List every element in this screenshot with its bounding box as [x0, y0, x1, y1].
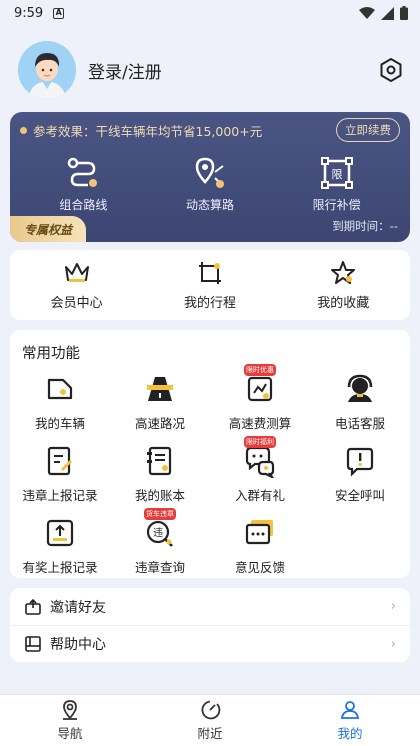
tab-mine[interactable]: 我的 — [305, 699, 395, 742]
safety-call-button[interactable]: 安全呼叫 — [310, 444, 410, 504]
toll-icon-wrap: 限时优惠 — [243, 364, 277, 406]
ledger-icon — [147, 446, 172, 476]
help-center-row[interactable]: 帮助中心 › — [10, 625, 410, 662]
function-label: 有奖上报记录 — [22, 560, 98, 575]
avatar-illustration-icon — [18, 41, 76, 99]
function-label: 违章查询 — [134, 560, 185, 575]
my-favorites-button[interactable]: 我的收藏 — [283, 259, 403, 311]
toll-calculator-button[interactable]: 限时优惠 高速费测算 — [210, 364, 310, 432]
vip-item-label: 组合路线 — [59, 198, 108, 212]
my-ledger-button[interactable]: 我的账本 — [110, 444, 210, 504]
feedback-button[interactable]: 意见反馈 — [210, 516, 310, 576]
member-center-button[interactable]: 会员中心 — [17, 259, 137, 311]
promo-tag: 货车违章 — [144, 508, 176, 520]
vip-effect-prefix: 参考效果： — [33, 123, 96, 139]
promo-tag: 限时福利 — [244, 436, 276, 448]
signal-icon — [381, 6, 394, 20]
vehicle-gear-icon — [47, 378, 73, 400]
vip-item-dynamic-route[interactable]: 动态算路 — [155, 156, 265, 213]
quick-item-label: 我的收藏 — [317, 296, 370, 311]
exclusive-benefits-badge: 专属权益 — [10, 216, 86, 242]
user-icon — [340, 701, 360, 719]
svg-text:违: 违 — [153, 527, 163, 539]
location-pin-icon — [63, 700, 77, 720]
vip-effect-text: 干线车辆年均节省15,000+元 — [95, 123, 263, 139]
highway-status-button[interactable]: 高速路况 — [110, 372, 210, 432]
crown-icon — [64, 263, 89, 282]
wifi-icon — [359, 6, 375, 19]
tab-label: 导航 — [57, 726, 83, 741]
login-register-link[interactable]: 登录/注册 — [88, 58, 162, 83]
my-trips-button[interactable]: 我的行程 — [150, 259, 270, 311]
avatar[interactable] — [18, 41, 76, 99]
compass-icon — [201, 700, 221, 720]
bottom-tab-bar: 导航 附近 我的 — [0, 694, 420, 746]
settings-gear-icon[interactable] — [378, 57, 404, 83]
vip-item-combined-route[interactable]: 组合路线 — [28, 156, 138, 213]
list-item-label: 帮助中心 — [50, 637, 106, 653]
vip-dot-icon — [20, 126, 27, 134]
feedback-icon — [245, 520, 273, 545]
tab-label: 我的 — [337, 726, 363, 741]
my-vehicle-button[interactable]: 我的车辆 — [10, 372, 110, 432]
vip-item-label: 限行补偿 — [312, 198, 361, 212]
tab-label: 附近 — [197, 726, 223, 741]
group-chat-icon — [245, 446, 276, 480]
star-icon — [331, 261, 356, 284]
promo-tag: 限时优惠 — [244, 364, 276, 376]
upload-report-icon — [46, 519, 74, 547]
function-label: 安全呼叫 — [334, 488, 385, 503]
common-functions-card: 常用功能 我的车辆 高速路况 限时优惠 高速费测算 电话客服 违章上报记录 我的… — [10, 330, 410, 578]
route-icon — [68, 157, 98, 187]
battery-icon — [400, 6, 408, 20]
vip-benefits-card: 参考效果： 干线车辆年均节省15,000+元 立即续费 组合路线 动态算路 限 … — [10, 112, 410, 242]
function-label: 高速路况 — [134, 416, 185, 431]
function-label: 我的车辆 — [34, 416, 85, 431]
function-label: 电话客服 — [334, 416, 385, 431]
violation-icon-wrap: 违 货车违章 — [143, 508, 177, 550]
reward-report-records-button[interactable]: 有奖上报记录 — [10, 516, 110, 576]
tab-nearby[interactable]: 附近 — [165, 699, 255, 742]
quick-item-label: 会员中心 — [50, 296, 103, 311]
violation-query-button[interactable]: 违 货车违章 违章查询 — [110, 508, 210, 576]
tab-navigation[interactable]: 导航 — [25, 699, 115, 742]
expire-time: 到期时间：-- — [332, 219, 398, 233]
headset-icon — [347, 374, 373, 402]
report-edit-icon — [47, 446, 73, 476]
quick-actions-card: 会员中心 我的行程 我的收藏 — [10, 250, 410, 320]
function-label: 我的账本 — [134, 488, 185, 503]
function-label: 入群有礼 — [234, 488, 285, 503]
toll-calculator-icon — [247, 376, 273, 402]
renew-button[interactable]: 立即续费 — [336, 118, 400, 142]
status-time: 9:59 — [14, 5, 44, 21]
svg-text:限: 限 — [331, 168, 342, 181]
status-bar: 9:59 A — [0, 0, 420, 26]
vip-item-restriction-compensation[interactable]: 限 限行补偿 — [282, 156, 392, 213]
profile-header: 登录/注册 — [18, 40, 404, 100]
alert-message-icon — [346, 447, 374, 477]
help-book-icon — [25, 636, 41, 652]
invite-icon — [25, 598, 41, 615]
invite-friends-row[interactable]: 邀请好友 › — [10, 588, 410, 625]
violation-report-records-button[interactable]: 违章上报记录 — [10, 444, 110, 504]
join-group-gift-button[interactable]: 限时福利 入群有礼 — [210, 436, 310, 504]
notification-icon: A — [53, 7, 65, 19]
vip-item-label: 动态算路 — [185, 198, 234, 212]
group-icon-wrap: 限时福利 — [243, 436, 277, 480]
function-label: 高速费测算 — [228, 416, 292, 431]
function-label: 违章上报记录 — [22, 488, 98, 503]
list-item-label: 邀请好友 — [50, 599, 106, 616]
common-functions-title: 常用功能 — [22, 346, 80, 362]
restriction-icon: 限 — [320, 157, 353, 189]
violation-search-icon: 违 — [146, 520, 173, 547]
settings-list-card: 邀请好友 › 帮助中心 › — [10, 588, 410, 662]
chevron-right-icon: › — [390, 599, 396, 614]
dynamic-route-icon — [195, 157, 224, 188]
function-label: 意见反馈 — [234, 560, 285, 575]
highway-icon — [147, 377, 173, 401]
quick-item-label: 我的行程 — [183, 296, 236, 311]
customer-service-button[interactable]: 电话客服 — [310, 372, 410, 432]
trip-icon — [198, 262, 221, 284]
chevron-right-icon: › — [390, 636, 396, 652]
